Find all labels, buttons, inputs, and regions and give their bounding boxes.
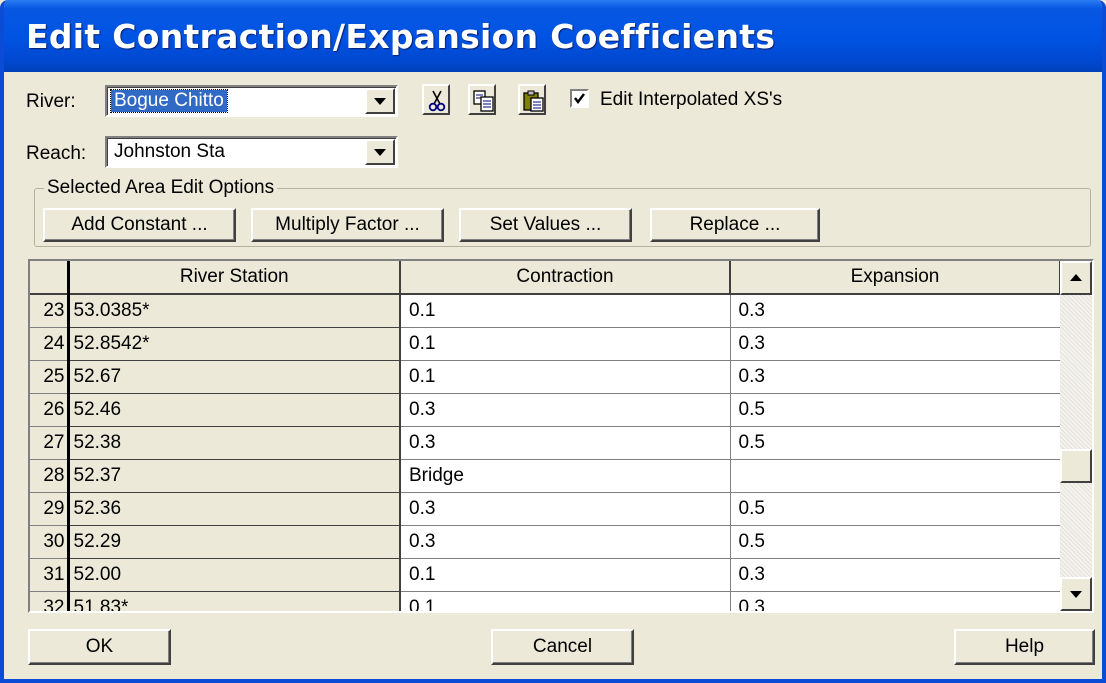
cancel-button[interactable]: Cancel — [491, 629, 634, 665]
river-dropdown-button[interactable] — [365, 88, 395, 114]
table-row[interactable]: 24 52.8542* 0.1 0.3 — [30, 327, 1061, 361]
checkmark-icon — [574, 93, 585, 104]
contraction-cell[interactable]: 0.3 — [400, 426, 731, 460]
ok-button[interactable]: OK — [28, 629, 171, 665]
header-expansion[interactable]: Expansion — [730, 261, 1061, 295]
river-station-cell: 52.8542* — [68, 327, 401, 361]
row-number[interactable]: 30 — [30, 525, 70, 559]
coefficients-grid: River Station Contraction Expansion 23 53… — [28, 259, 1094, 613]
expansion-cell[interactable]: 0.5 — [730, 525, 1061, 559]
vertical-scrollbar[interactable] — [1060, 261, 1092, 611]
table-row[interactable]: 28 52.37 Bridge — [30, 459, 1061, 493]
edit-options-title: Selected Area Edit Options — [44, 177, 278, 199]
contraction-cell[interactable]: 0.1 — [400, 294, 731, 328]
add-constant-button[interactable]: Add Constant ... — [43, 208, 236, 242]
expansion-cell[interactable]: 0.5 — [730, 492, 1061, 526]
copy-button[interactable] — [468, 84, 496, 115]
table-row[interactable]: 27 52.38 0.3 0.5 — [30, 426, 1061, 460]
edit-interpolated-checkbox[interactable] — [570, 89, 589, 108]
river-station-cell: 53.0385* — [68, 294, 401, 328]
table-row[interactable]: 23 53.0385* 0.1 0.3 — [30, 294, 1061, 328]
river-station-cell: 51.83* — [68, 591, 401, 611]
river-station-cell: 52.36 — [68, 492, 401, 526]
copy-icon — [473, 90, 494, 112]
expansion-cell[interactable]: 0.3 — [730, 327, 1061, 361]
multiply-factor-button[interactable]: Multiply Factor ... — [251, 208, 444, 242]
header-river-station[interactable]: River Station — [68, 261, 401, 295]
reach-dropdown-button[interactable] — [365, 139, 395, 165]
contraction-cell[interactable]: 0.1 — [400, 360, 731, 394]
help-button[interactable]: Help — [954, 629, 1095, 665]
reach-dropdown[interactable]: Johnston Sta — [105, 136, 398, 168]
contraction-cell[interactable]: 0.3 — [400, 393, 731, 427]
contraction-cell[interactable]: Bridge — [400, 459, 731, 493]
table-row[interactable]: 30 52.29 0.3 0.5 — [30, 525, 1061, 559]
table-row[interactable]: 29 52.36 0.3 0.5 — [30, 492, 1061, 526]
contraction-cell[interactable]: 0.1 — [400, 558, 731, 592]
window-title: Edit Contraction/Expansion Coefficients — [26, 17, 776, 56]
row-number[interactable]: 32 — [30, 591, 70, 611]
header-contraction[interactable]: Contraction — [400, 261, 731, 295]
paste-button[interactable] — [518, 84, 546, 115]
row-number[interactable]: 26 — [30, 393, 70, 427]
row-number[interactable]: 29 — [30, 492, 70, 526]
expansion-cell[interactable]: 0.5 — [730, 426, 1061, 460]
river-station-cell: 52.46 — [68, 393, 401, 427]
scroll-thumb[interactable] — [1060, 449, 1092, 483]
chevron-down-icon — [374, 149, 386, 156]
river-station-cell: 52.67 — [68, 360, 401, 394]
edit-interpolated-label[interactable]: Edit Interpolated XS's — [600, 89, 782, 111]
contraction-cell[interactable]: 0.1 — [400, 591, 731, 611]
table-row[interactable]: 31 52.00 0.1 0.3 — [30, 558, 1061, 592]
dialog-window: Edit Contraction/Expansion Coefficients … — [0, 0, 1106, 683]
row-number[interactable]: 27 — [30, 426, 70, 460]
grid-corner[interactable] — [30, 261, 70, 295]
expansion-cell[interactable]: 0.3 — [730, 591, 1061, 611]
river-station-cell: 52.00 — [68, 558, 401, 592]
river-dropdown[interactable]: Bogue Chitto — [105, 85, 398, 117]
contraction-cell[interactable]: 0.3 — [400, 525, 731, 559]
title-bar[interactable]: Edit Contraction/Expansion Coefficients — [4, 0, 1102, 72]
scroll-down-button[interactable] — [1060, 577, 1092, 611]
expansion-cell[interactable]: 0.5 — [730, 393, 1061, 427]
coefficients-table: River Station Contraction Expansion 23 53… — [30, 261, 1061, 611]
contraction-cell[interactable]: 0.1 — [400, 327, 731, 361]
river-station-cell: 52.38 — [68, 426, 401, 460]
table-row[interactable]: 26 52.46 0.3 0.5 — [30, 393, 1061, 427]
arrow-down-icon — [1070, 591, 1082, 598]
table-row[interactable]: 25 52.67 0.1 0.3 — [30, 360, 1061, 394]
row-number[interactable]: 31 — [30, 558, 70, 592]
row-number[interactable]: 23 — [30, 294, 70, 328]
row-number[interactable]: 24 — [30, 327, 70, 361]
row-number[interactable]: 25 — [30, 360, 70, 394]
reach-label: Reach: — [26, 143, 87, 164]
expansion-cell[interactable]: 0.3 — [730, 294, 1061, 328]
row-number[interactable]: 28 — [30, 459, 70, 493]
expansion-cell[interactable]: 0.3 — [730, 360, 1061, 394]
expansion-cell[interactable]: 0.3 — [730, 558, 1061, 592]
scroll-up-button[interactable] — [1060, 261, 1092, 295]
reach-value: Johnston Sta — [114, 141, 225, 162]
replace-button[interactable]: Replace ... — [650, 208, 820, 242]
river-value: Bogue Chitto — [110, 89, 228, 113]
expansion-cell[interactable] — [730, 459, 1061, 493]
arrow-up-icon — [1070, 274, 1082, 281]
table-row[interactable]: 32 51.83* 0.1 0.3 — [30, 591, 1061, 611]
set-values-button[interactable]: Set Values ... — [459, 208, 632, 242]
river-station-cell: 52.29 — [68, 525, 401, 559]
scissors-icon — [428, 90, 446, 112]
chevron-down-icon — [374, 98, 386, 105]
contraction-cell[interactable]: 0.3 — [400, 492, 731, 526]
clipboard-paste-icon — [523, 90, 544, 112]
cut-button[interactable] — [422, 84, 450, 115]
river-station-cell: 52.37 — [68, 459, 401, 493]
river-label: River: — [26, 91, 76, 112]
